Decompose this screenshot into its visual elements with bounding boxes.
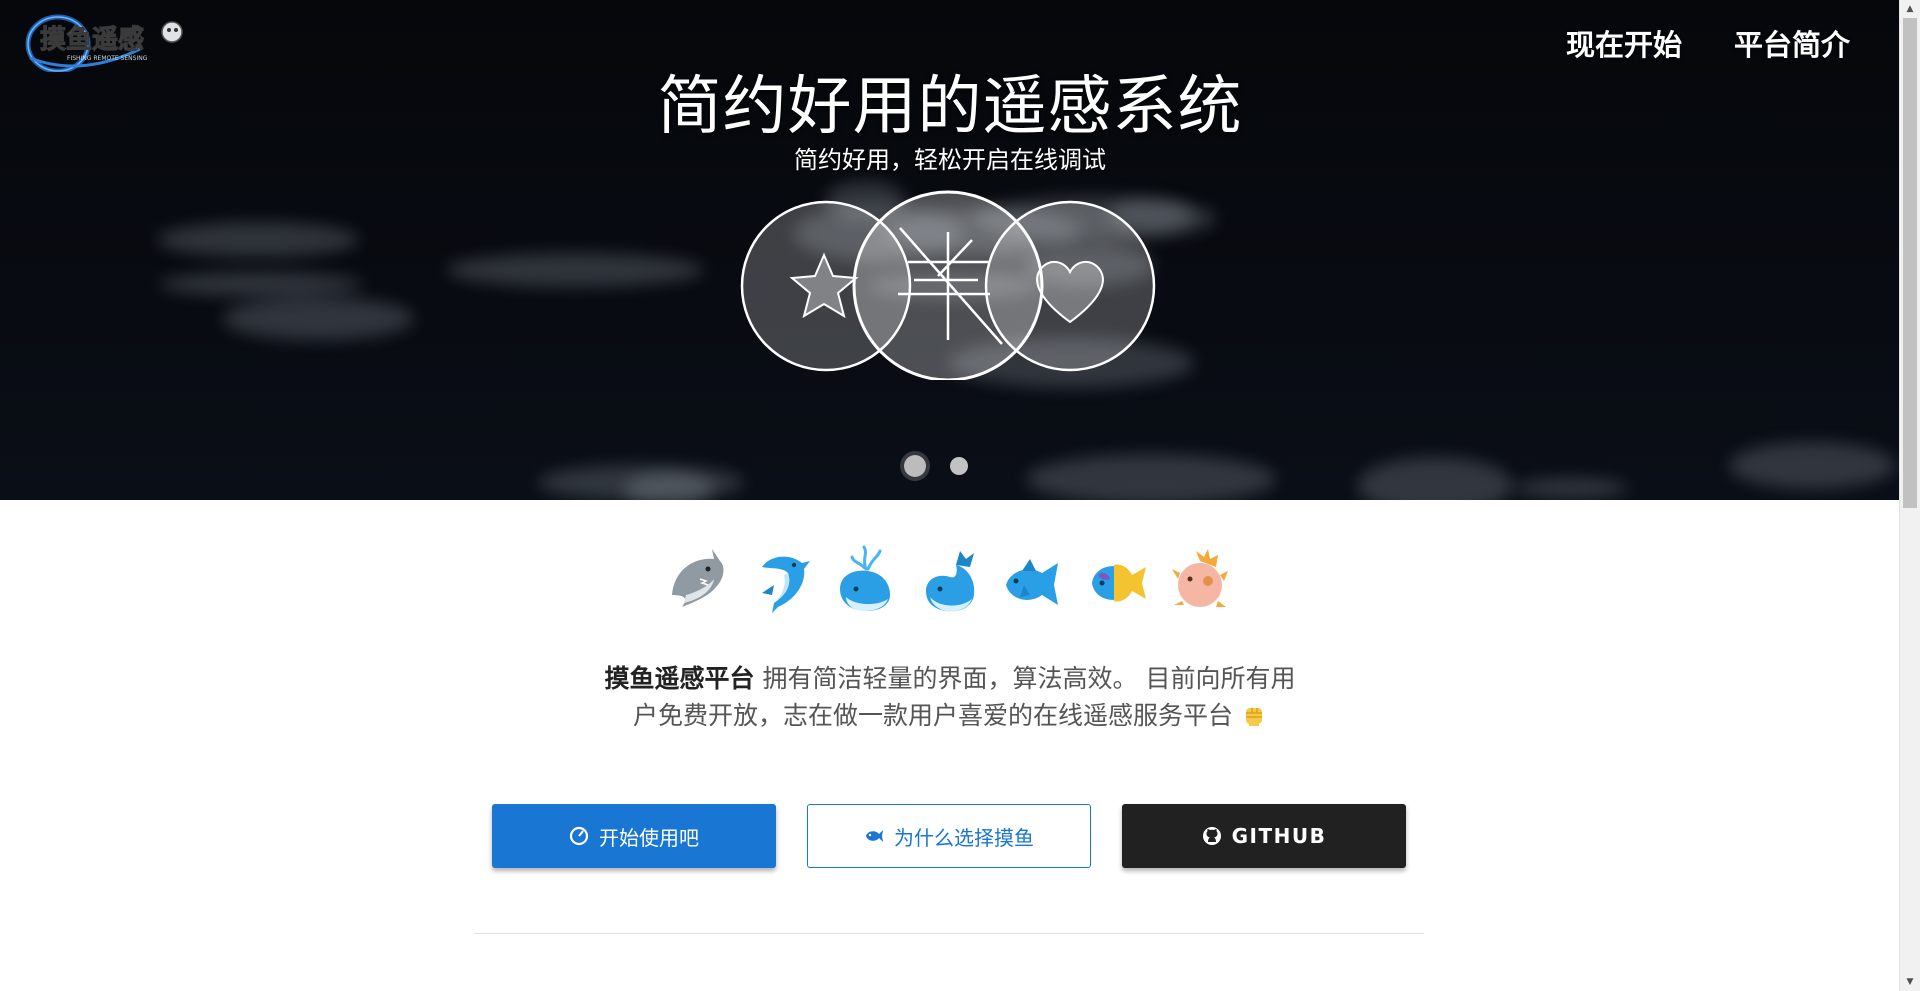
- shark-icon: [672, 549, 724, 607]
- dolphin-icon: [762, 556, 810, 613]
- cross-lines-icon: [852, 190, 1044, 380]
- platform-description: 摸鱼遥感平台 拥有简洁轻量的界面，算法高效。 目前向所有用户免费开放，志在做一款…: [596, 660, 1304, 734]
- start-using-button[interactable]: 开始使用吧: [492, 804, 776, 868]
- tropical-fish-icon: [1092, 564, 1146, 602]
- cloud-patch: [1026, 454, 1276, 500]
- carousel-dot-1[interactable]: [904, 455, 926, 477]
- carousel-dot-2[interactable]: [950, 457, 968, 475]
- fish-icon: [866, 830, 883, 842]
- scroll-down-icon[interactable]: ▼: [1900, 973, 1920, 991]
- github-button[interactable]: GITHUB: [1122, 804, 1406, 868]
- cloud-patch: [446, 253, 704, 287]
- scroll-thumb[interactable]: [1903, 18, 1917, 508]
- speedometer-icon: [569, 826, 589, 846]
- spouting-whale-icon: [840, 545, 890, 611]
- sea-creatures-row: [664, 545, 1234, 615]
- why-choose-button[interactable]: 为什么选择摸鱼: [807, 804, 1091, 868]
- hero-banner: 摸鱼遥感 FISHING REMOTE SENSING 现在开始 平台简介 简约…: [0, 0, 1900, 500]
- cloud-patch: [538, 465, 744, 500]
- hero-carousel-graphic: [740, 190, 1156, 380]
- scroll-up-icon[interactable]: ▲: [1900, 0, 1920, 18]
- carousel-indicators: [904, 455, 968, 477]
- why-choose-label: 为什么选择摸鱼: [894, 825, 1034, 850]
- github-label: GITHUB: [1231, 824, 1327, 848]
- cloud-patch: [159, 272, 363, 296]
- cloud-patch: [1729, 442, 1895, 489]
- raised-fist-icon: [1245, 708, 1262, 726]
- fish-icon: [1006, 559, 1058, 605]
- svg-text:摸鱼遥感: 摸鱼遥感: [40, 25, 144, 55]
- start-using-label: 开始使用吧: [599, 825, 699, 850]
- blowfish-icon: [1172, 549, 1228, 607]
- whale-icon: [926, 551, 975, 612]
- hero-title: 简约好用的遥感系统: [657, 70, 1243, 144]
- section-divider: [474, 933, 1424, 934]
- cloud-patch: [1357, 457, 1513, 500]
- cloud-patch: [157, 222, 359, 257]
- brand-name: 摸鱼遥感平台: [604, 664, 755, 693]
- page-scrollbar[interactable]: ▲ ▼: [1899, 0, 1920, 991]
- cloud-patch: [223, 297, 414, 340]
- cloud-patch: [1515, 478, 1628, 498]
- github-icon: [1202, 827, 1221, 845]
- hero-subtitle: 简约好用，轻松开启在线调试: [794, 146, 1106, 174]
